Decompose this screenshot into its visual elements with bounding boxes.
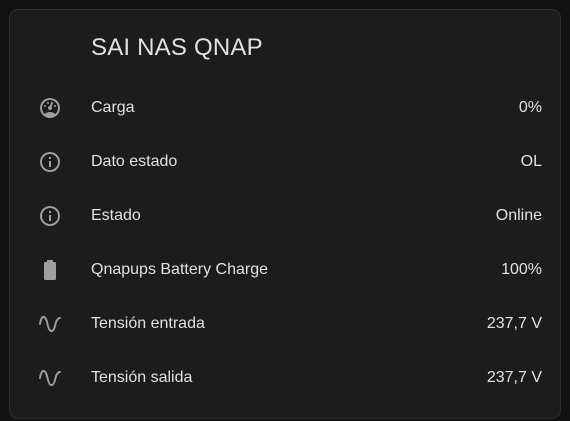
- gauge-icon: [38, 96, 62, 120]
- card-title: SAI NAS QNAP: [91, 34, 263, 61]
- entity-value: 100%: [501, 261, 542, 278]
- entity-row-dato-estado[interactable]: Dato estado OL: [10, 135, 560, 189]
- entity-label: Dato estado: [91, 153, 178, 170]
- entity-label: Estado: [91, 207, 141, 224]
- entity-label: Carga: [91, 99, 135, 116]
- entity-row-tension-entrada[interactable]: Tensión entrada 237,7 V: [10, 297, 560, 351]
- entity-value: OL: [520, 153, 542, 170]
- entity-value: 237,7 V: [486, 315, 542, 332]
- entities-card: SAI NAS QNAP Carga 0% Dato estado OL Est…: [9, 9, 561, 419]
- entity-label: Tensión entrada: [91, 315, 205, 332]
- entity-value: 0%: [518, 99, 542, 116]
- entity-row-carga[interactable]: Carga 0%: [10, 81, 560, 135]
- entity-label: Qnapups Battery Charge: [91, 261, 268, 278]
- entity-label: Tensión salida: [91, 369, 193, 386]
- entity-list: Carga 0% Dato estado OL Estado Online Qn…: [10, 81, 560, 405]
- info-icon: [38, 204, 62, 228]
- entity-row-estado[interactable]: Estado Online: [10, 189, 560, 243]
- entity-value: 237,7 V: [486, 369, 542, 386]
- sine-wave-icon: [38, 312, 62, 336]
- info-icon: [38, 150, 62, 174]
- entity-row-battery-charge[interactable]: Qnapups Battery Charge 100%: [10, 243, 560, 297]
- battery-icon: [38, 258, 62, 282]
- entity-row-tension-salida[interactable]: Tensión salida 237,7 V: [10, 351, 560, 405]
- sine-wave-icon: [38, 366, 62, 390]
- entity-value: Online: [495, 207, 542, 224]
